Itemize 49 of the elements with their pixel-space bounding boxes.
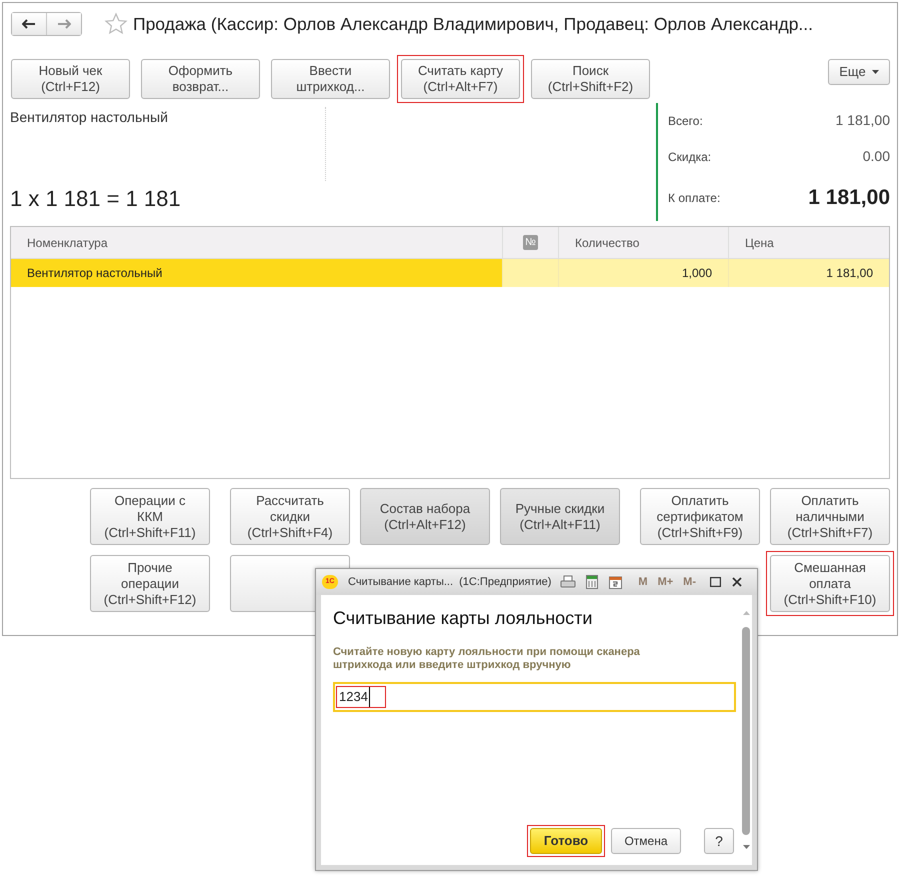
column-header[interactable]: Цена: [728, 227, 889, 258]
command-button[interactable]: Рассчитать скидки (Ctrl+Shift+F4): [230, 488, 350, 545]
total-value: 1 181,00: [836, 111, 890, 130]
close-icon[interactable]: [732, 577, 742, 587]
command-button[interactable]: Считать карту (Ctrl+Alt+F7): [401, 59, 520, 99]
command-button[interactable]: Ручные скидки (Ctrl+Alt+F11): [500, 488, 620, 545]
dialog-title: Считывание карты... (1С:Предприятие): [348, 574, 552, 590]
calendar-icon[interactable]: [609, 575, 622, 589]
column-header[interactable]: Количество: [558, 227, 728, 258]
total-label: Скидка:: [668, 148, 712, 166]
dialog-button[interactable]: ?: [704, 828, 734, 854]
scroll-down-icon[interactable]: [742, 845, 750, 849]
command-button[interactable]: Состав набора (Ctrl+Alt+F12): [360, 488, 490, 545]
instruction-text: Считайте новую карту лояльности при помощи сканера штрихкода или введите штрихкод вручную: [333, 646, 641, 672]
command-button[interactable]: Оформить возврат...: [141, 59, 260, 99]
dialog-heading: Считывание карты лояльности: [333, 607, 594, 630]
command-button[interactable]: Поиск (Ctrl+Shift+F2): [531, 59, 650, 99]
table-cell: Вентилятор настольный: [11, 259, 502, 287]
total-label: Всего:: [668, 112, 703, 130]
window-title: Продажа (Кассир: Орлов Александр Владимирович, Продавец: Орлов Александр...: [133, 12, 814, 36]
table-row[interactable]: Вентилятор настольный 1,000 1 181,00: [11, 259, 889, 287]
field-value: 1234: [339, 687, 370, 707]
command-button[interactable]: Смешанная оплата (Ctrl+Shift+F10): [770, 555, 890, 612]
command-button[interactable]: Новый чек (Ctrl+F12): [11, 59, 130, 99]
command-button[interactable]: Прочие операции (Ctrl+Shift+F12): [90, 555, 210, 612]
command-button[interactable]: Операции с ККМ (Ctrl+Shift+F11): [90, 488, 210, 545]
total-value: 1 181,00: [808, 185, 890, 212]
table-cell: 1,000: [558, 259, 728, 287]
command-button[interactable]: Оплатить сертификатом (Ctrl+Shift+F9): [640, 488, 760, 545]
price-formula: 1 x 1 181 = 1 181: [10, 185, 181, 213]
more-button[interactable]: Еще: [828, 59, 890, 85]
dialog-button[interactable]: Готово: [530, 828, 602, 854]
forward-arrow-icon: [57, 19, 71, 29]
dialog-button[interactable]: Отмена: [611, 828, 681, 854]
printer-icon[interactable]: [560, 575, 576, 589]
calculator-icon[interactable]: [586, 575, 598, 589]
barcode-field[interactable]: 1234: [333, 682, 736, 712]
column-header[interactable]: Номенклатура: [11, 227, 502, 258]
command-button[interactable]: Оплатить наличными (Ctrl+Shift+F7): [770, 488, 890, 545]
maximize-icon[interactable]: [710, 577, 721, 587]
total-value: 0.00: [862, 147, 890, 166]
command-button[interactable]: Ввести штрихкод...: [271, 59, 390, 99]
star-icon[interactable]: [104, 12, 128, 36]
product-name: Вентилятор настольный: [10, 108, 169, 127]
back-arrow-icon: [22, 19, 36, 29]
caret-icon: [872, 70, 879, 74]
table-cell: 1 181,00: [728, 259, 889, 287]
back-button[interactable]: [12, 13, 47, 35]
total-label: К оплате:: [668, 190, 720, 207]
